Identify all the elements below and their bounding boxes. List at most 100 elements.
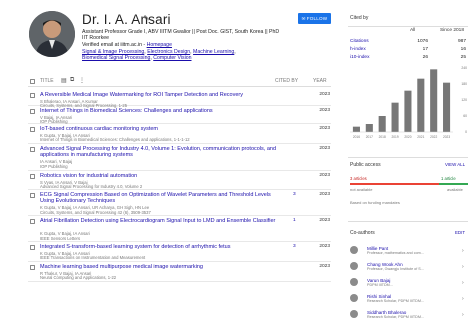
citations-bar-chart: 2016 2017 2018 2019 2020 2021 2022 2023 240 180 12… [350,66,468,142]
available-label: available [447,187,463,192]
row-checkbox[interactable] [30,193,35,198]
profile-name: Dr. I. A. Ansari [82,12,171,27]
article-cited-by[interactable]: 3 [293,192,307,197]
merge-icon[interactable]: ⧉ [70,77,74,84]
stat-label[interactable]: i10-index [350,55,369,60]
article-year: 2023 [319,126,330,131]
cited-stat-row: i10-index 26 25 [350,55,468,63]
stat-since: 16 [460,47,466,52]
stat-label[interactable]: Citations [350,39,369,44]
y-tick-label: 120 [461,98,467,102]
chevron-right-icon[interactable]: › [462,264,464,270]
row-checkbox[interactable] [30,147,35,152]
row-checkbox[interactable] [30,265,35,270]
article-cited-by[interactable]: 3 [293,244,307,249]
chart-bar[interactable] [404,90,412,132]
divider [348,221,468,222]
row-checkbox[interactable] [30,93,35,98]
chart-bar[interactable] [378,116,386,132]
chart-bar[interactable] [430,69,438,132]
follow-label: FOLLOW [306,16,328,21]
stat-all: 26 [422,55,428,60]
keyword-list: Biomedical Signal Processing, Computer V… [82,55,192,61]
chevron-right-icon[interactable]: › [462,280,464,286]
article-venue: IOP Publishing [40,163,68,169]
view-all-link[interactable]: VIEW ALL [445,162,465,167]
coauthor-item[interactable]: Millie Pant Professor, mathematics and co… [350,246,468,258]
coauthor-avatar [350,246,358,254]
affiliation-line: Assistant Professor Grade I, ABV IIITM G… [82,29,280,35]
more-options-icon[interactable]: ⋮ [79,77,85,84]
article-title[interactable]: A Reversible Medical Image Watermarking … [40,92,283,98]
table-row: A Reversible Medical Image Watermarking … [28,90,331,108]
coauthor-item[interactable]: Varun Bajaj PDPM IIITDM... › [350,278,468,290]
coauthor-avatar [350,278,358,286]
cited-col-all: All [410,28,416,33]
follow-button[interactable]: ✉ FOLLOW [298,13,331,24]
article-title[interactable]: Atrial Fibrillation Detection using Elec… [40,218,283,224]
table-row: Integrated S-transform-based learning sy… [28,242,331,262]
article-year: 2023 [319,192,330,197]
chevron-right-icon[interactable]: › [462,248,464,254]
cited-stats-table: Citations 1076 987 h-index 17 16 i10-ind… [350,39,468,63]
chart-bar[interactable] [417,78,425,132]
edit-pencil-icon[interactable]: ✎ [143,14,150,23]
coauthor-item[interactable]: Rishi Sinhal Research Scholar, PDPM IIITD… [350,294,468,306]
row-checkbox[interactable] [30,174,35,179]
article-title[interactable]: ECG Signal Compression Based on Optimiza… [40,192,283,204]
column-title[interactable]: TITLE [40,78,54,84]
coauthor-item[interactable]: Siddharth Bhalerao Research Scholar, PDPM… [350,310,468,322]
x-tick-label: 2019 [392,135,399,139]
table-row: ECG Signal Compression Based on Optimiza… [28,190,331,216]
coauthor-affiliation: Professor, mathematics and com... [367,251,424,255]
article-cited-by[interactable]: 1 [293,218,307,223]
row-checkbox[interactable] [30,245,35,250]
article-title[interactable]: Robotics vision for industrial automatio… [40,173,283,179]
homepage-link[interactable]: Homepage [147,42,172,48]
x-tick-label: 2016 [353,135,360,139]
articles-table-header: TITLE ▤ ⧉ ⋮ CITED BY YEAR [28,77,331,87]
mail-icon: ✉ [301,15,306,21]
keyword-link[interactable]: Machine Learning [193,49,234,55]
coauthor-avatar [350,262,358,270]
keyword-link[interactable]: Biomedical Signal Processing [82,55,150,61]
table-row: Advanced Signal Processing for Industry … [28,144,331,171]
article-venue: Neural Computing and Applications, 1-22 [40,275,117,281]
x-tick-label: 2022 [430,135,437,139]
article-title[interactable]: Advanced Signal Processing for Industry … [40,146,283,158]
column-year[interactable]: YEAR [313,78,327,84]
stat-label[interactable]: h-index [350,47,366,52]
row-checkbox[interactable] [30,109,35,114]
chevron-right-icon[interactable]: › [462,312,464,318]
stat-all: 17 [422,47,428,52]
article-venue: Advanced Signal Processing for Industry … [40,184,143,190]
article-title[interactable]: Internet of Things in Biomedical Science… [40,108,283,114]
table-row: IoT-based continuous cardiac monitoring … [28,124,331,144]
chart-svg: 2016 2017 2018 2019 2020 2021 2022 2023 240 180 12… [350,66,467,139]
not-available-count[interactable]: 3 articles [350,176,367,181]
table-row: Machine learning based multipurpose medi… [28,262,331,282]
chart-bar[interactable] [443,82,451,132]
chart-bar[interactable] [365,124,373,132]
cited-stat-row: Citations 1076 987 [350,39,468,47]
chart-bar[interactable] [391,102,399,132]
chart-bar[interactable] [352,126,360,132]
table-row: Internet of Things in Biomedical Science… [28,106,331,124]
select-all-checkbox[interactable] [30,79,35,84]
coauthors-edit-link[interactable]: EDIT [455,230,465,235]
article-title[interactable]: Machine learning based multipurpose medi… [40,264,283,270]
table-row: Atrial Fibrillation Detection using Elec… [28,216,331,242]
article-title[interactable]: Integrated S-transform-based learning sy… [40,244,283,250]
chevron-right-icon[interactable]: › [462,296,464,302]
column-cited-by[interactable]: CITED BY [275,78,298,84]
y-tick-label: 240 [461,66,467,70]
coauthor-item[interactable]: Chang Wook Ahn Professor, Gwangju Institu… [350,262,468,274]
export-icon[interactable]: ▤ [61,77,67,84]
row-checkbox[interactable] [30,127,35,132]
article-year: 2023 [319,173,330,178]
keyword-link[interactable]: Computer Vision [153,55,191,61]
cited-stat-row: h-index 17 16 [350,47,468,55]
available-count[interactable]: 1 article [441,176,456,181]
row-checkbox[interactable] [30,219,35,224]
article-title[interactable]: IoT-based continuous cardiac monitoring … [40,126,283,132]
